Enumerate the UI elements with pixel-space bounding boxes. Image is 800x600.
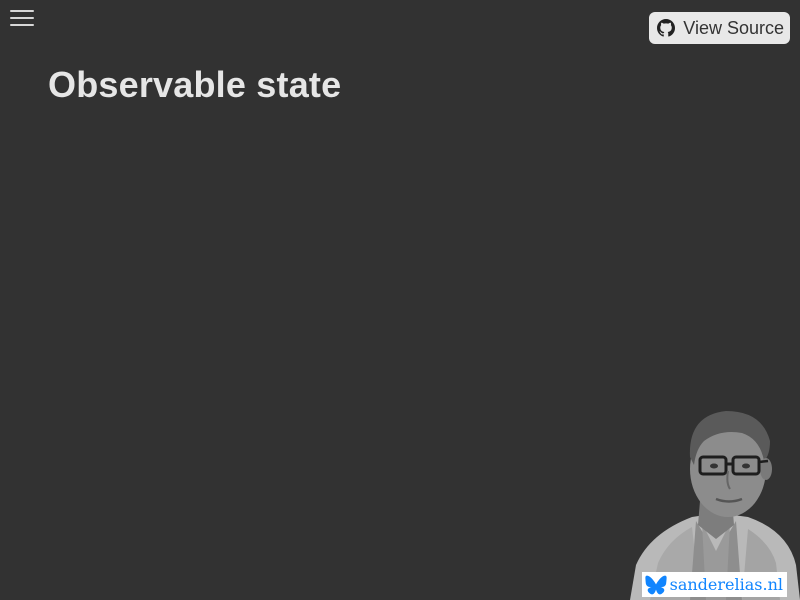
github-icon <box>657 19 676 37</box>
author-site-link[interactable]: sanderelias.nl <box>641 572 787 597</box>
page-title: Observable state <box>48 64 342 105</box>
menu-line-icon <box>10 10 34 12</box>
hamburger-menu-button[interactable] <box>8 7 36 29</box>
menu-line-icon <box>10 24 34 26</box>
slide-page: View Source Observable state sanderelias… <box>0 0 800 600</box>
author-site-label: sanderelias.nl <box>669 574 783 594</box>
bluesky-butterfly-icon <box>644 575 667 594</box>
menu-line-icon <box>10 17 34 19</box>
author-portrait <box>630 411 800 600</box>
view-source-button[interactable]: View Source <box>649 12 790 44</box>
view-source-label: View Source <box>683 18 784 38</box>
